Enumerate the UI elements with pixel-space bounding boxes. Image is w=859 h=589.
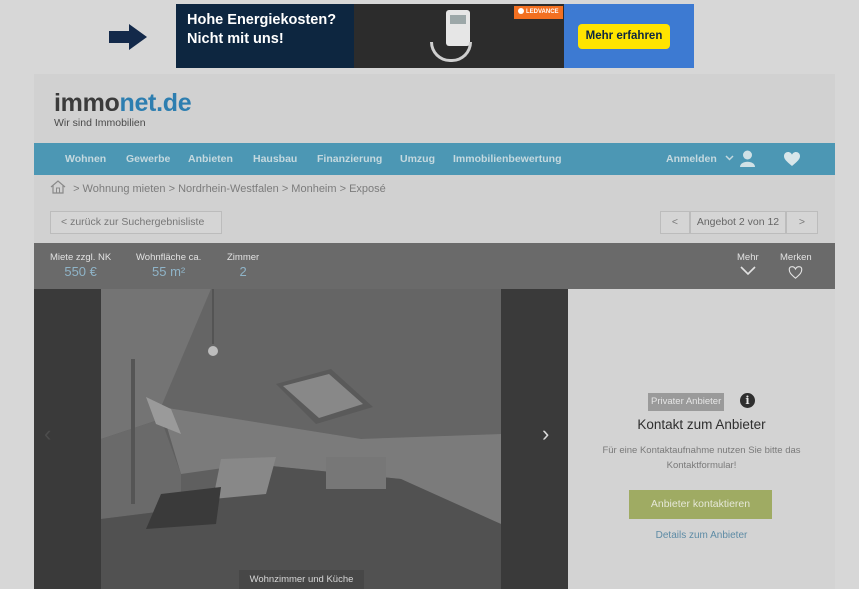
nav-item-wohnen[interactable]: Wohnen <box>65 143 106 175</box>
key-fact-label: Zimmer <box>227 252 260 263</box>
key-fact-label: Wohnfläche ca. <box>136 252 202 263</box>
key-facts-bar: Miete zzgl. NK 550 € Wohnfläche ca. 55 m… <box>34 243 835 289</box>
breadcrumb-item-nrw[interactable]: Nordrhein-Westfalen <box>178 183 279 195</box>
key-fact-label: Miete zzgl. NK <box>50 252 112 263</box>
ad-headline: Hohe Energiekosten? Nicht mit uns! <box>187 11 336 49</box>
ad-cta-button[interactable]: Mehr erfahren <box>578 24 670 49</box>
key-fact-rent: Miete zzgl. NK 550 € <box>50 252 111 280</box>
login-menu[interactable]: Anmelden <box>666 143 734 175</box>
breadcrumb-item-expose: Exposé <box>349 183 386 195</box>
heart-outline-icon <box>789 266 803 279</box>
key-fact-rooms: Zimmer 2 <box>227 252 259 280</box>
more-label: Mehr <box>737 252 759 263</box>
breadcrumb-separator: > <box>168 183 179 195</box>
site-logo[interactable]: immonet.de Wir sind Immobilien <box>54 89 192 129</box>
provider-details-link[interactable]: Details zum Anbieter <box>568 529 835 543</box>
chevron-down-icon <box>740 266 756 276</box>
key-fact-value: 2 <box>239 264 247 279</box>
smart-meter-device <box>446 10 470 46</box>
next-listing-button[interactable]: > <box>786 211 818 234</box>
gallery-prev-button[interactable]: ‹ <box>44 422 51 446</box>
logo-wordmark: immonet.de <box>54 89 192 117</box>
breadcrumb-separator: > <box>281 183 292 195</box>
logo-part-immo: immo <box>54 89 120 117</box>
chevron-left-icon: < <box>61 216 71 228</box>
chevron-down-icon <box>725 155 734 161</box>
listing-counter: Angebot 2 von 12 <box>690 211 786 234</box>
login-label: Anmelden <box>666 153 717 165</box>
ad-brand-label: LEDVANCE <box>526 9 559 15</box>
ad-headline-line2: Nicht mit uns! <box>187 31 284 47</box>
room-photo <box>101 289 501 589</box>
back-to-results-button[interactable]: < zurück zur Suchergebnisliste <box>50 211 222 234</box>
gallery-next-button[interactable]: › <box>542 422 549 446</box>
nav-item-hausbau[interactable]: Hausbau <box>253 143 297 175</box>
breadcrumb-separator: > <box>73 183 83 195</box>
back-to-results-label: zurück zur Suchergebnisliste <box>70 216 205 228</box>
nav-item-finanzierung[interactable]: Finanzierung <box>317 143 382 175</box>
gallery-next-image-preview <box>501 289 568 589</box>
key-fact-area: Wohnfläche ca. 55 m² <box>136 252 201 280</box>
contact-description: Für eine Kontaktaufnahme nutzen Sie bitt… <box>602 445 801 471</box>
arrow-right-icon <box>109 24 147 50</box>
contact-provider-button[interactable]: Anbieter kontaktieren <box>629 490 772 519</box>
contact-title: Kontakt zum Anbieter <box>637 417 766 432</box>
logo-part-net: net.de <box>119 89 192 117</box>
advertisement-banner[interactable]: Hohe Energiekosten? Nicht mit uns! LEDVA… <box>176 4 694 68</box>
save-listing-button[interactable]: Merken <box>780 252 812 279</box>
breadcrumb-item-wohnung-mieten[interactable]: Wohnung mieten <box>83 183 166 195</box>
more-menu-button[interactable]: Mehr <box>737 252 759 276</box>
image-caption: Wohnzimmer und Küche <box>239 570 364 589</box>
logo-tagline: Wir sind Immobilien <box>54 117 146 129</box>
provider-type-badge: Privater Anbieter <box>648 393 725 411</box>
nav-item-gewerbe[interactable]: Gewerbe <box>126 143 170 175</box>
nav-item-immobilienbewertung[interactable]: Immobilienbewertung <box>453 143 562 175</box>
image-gallery[interactable]: ‹ › Wohnzimmer und Küche <box>34 289 568 589</box>
key-fact-value: 55 m² <box>152 264 186 279</box>
heart-icon[interactable] <box>784 152 800 167</box>
key-fact-value: 550 € <box>64 264 97 279</box>
chevron-right-icon: > <box>798 216 806 228</box>
browser-viewport: { "ad": { "headline_line1": "Hohe Energi… <box>0 0 859 589</box>
main-navigation: Wohnen Gewerbe Anbieten Hausbau Finanzie… <box>34 143 835 175</box>
previous-listing-button[interactable]: < <box>660 211 690 234</box>
nav-item-umzug[interactable]: Umzug <box>400 143 435 175</box>
ad-cta-panel: Mehr erfahren <box>564 4 694 68</box>
cable-shape <box>430 42 472 62</box>
user-icon[interactable] <box>740 150 755 168</box>
nav-item-anbieten[interactable]: Anbieten <box>188 143 233 175</box>
contact-panel: Privater Anbieter i Kontakt zum Anbieter… <box>568 289 835 589</box>
home-icon[interactable] <box>50 180 66 194</box>
breadcrumb-item-monheim[interactable]: Monheim <box>291 183 336 195</box>
chevron-left-icon: < <box>671 216 679 228</box>
info-icon[interactable]: i <box>740 393 755 408</box>
site-page: immonet.de Wir sind Immobilien Wohnen Ge… <box>34 74 835 589</box>
ad-brand-logo: LEDVANCE <box>514 6 563 19</box>
breadcrumb-separator: > <box>339 183 350 195</box>
ad-headline-line1: Hohe Energiekosten? <box>187 12 337 28</box>
breadcrumb: > Wohnung mieten > Nordrhein-Westfalen >… <box>50 180 386 196</box>
save-label: Merken <box>780 252 812 263</box>
